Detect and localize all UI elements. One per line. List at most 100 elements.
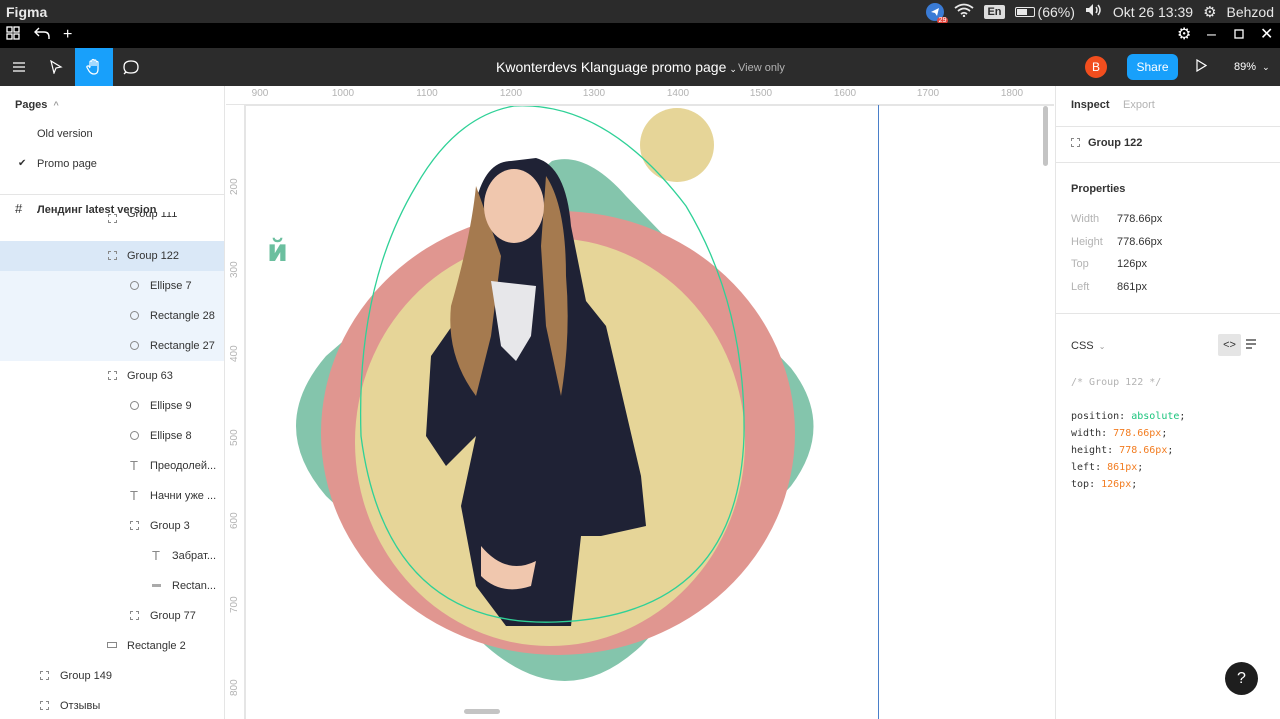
- layer-row[interactable]: Rectangle 28: [0, 301, 224, 331]
- layer-row[interactable]: Rectangle 27: [0, 331, 224, 361]
- css-line[interactable]: position: absolute;: [1071, 411, 1185, 422]
- share-button[interactable]: Share: [1127, 54, 1178, 80]
- tab-inspect[interactable]: Inspect: [1071, 99, 1110, 111]
- layer-row[interactable]: T Забрат...: [0, 541, 224, 571]
- layer-label: Rectangle 27: [150, 340, 215, 352]
- layer-label: Rectan...: [172, 580, 217, 592]
- hand-tool-icon[interactable]: [75, 48, 113, 86]
- tab-export[interactable]: Export: [1123, 99, 1155, 111]
- ellipse-icon: [128, 429, 140, 441]
- layer-row[interactable]: Rectan...: [0, 571, 224, 601]
- hero-illustration[interactable]: [246, 106, 1054, 719]
- avatar[interactable]: B: [1085, 56, 1107, 78]
- group-icon: [38, 699, 50, 711]
- comment-tool-icon[interactable]: [112, 48, 150, 86]
- group-icon: [1071, 138, 1080, 150]
- document-title[interactable]: Kwonterdevs Klanguage promo page ⌄: [496, 59, 737, 75]
- page-item-promo-page[interactable]: Promo page: [37, 158, 97, 170]
- layer-row[interactable]: T Преодолей...: [0, 451, 224, 481]
- yellow-circle: [640, 108, 714, 182]
- vertical-scrollbar[interactable]: [1043, 106, 1048, 166]
- css-value: 126px: [1101, 479, 1132, 490]
- os-user[interactable]: Behzod: [1227, 4, 1274, 20]
- layer-row[interactable]: Group 77: [0, 601, 224, 631]
- ruler-tick: 300: [229, 261, 240, 278]
- css-prop: left: [1071, 462, 1096, 473]
- prop-value[interactable]: 778.66px: [1117, 236, 1162, 248]
- ruler-tick: 1100: [416, 88, 438, 99]
- layer-row[interactable]: Group 3: [0, 511, 224, 541]
- page-item-old-version[interactable]: Old version: [37, 128, 93, 140]
- prop-value[interactable]: 126px: [1117, 258, 1147, 270]
- maximize-icon[interactable]: [1234, 26, 1244, 44]
- layer-row[interactable]: T Начни уже ...: [0, 481, 224, 511]
- settings-icon[interactable]: ⚙: [1203, 3, 1216, 21]
- help-button[interactable]: ?: [1225, 662, 1258, 695]
- css-language-dropdown[interactable]: CSS ⌄: [1071, 340, 1105, 352]
- chevron-down-icon: ⌄: [1098, 342, 1106, 351]
- css-line[interactable]: height: 778.66px;: [1071, 445, 1173, 456]
- ruler-tick: 1300: [582, 88, 606, 99]
- css-value: absolute: [1131, 411, 1180, 422]
- layer-row[interactable]: Group 111: [0, 212, 224, 226]
- gear-icon[interactable]: ⚙: [1177, 26, 1191, 44]
- layer-row[interactable]: Rectangle 2: [0, 631, 224, 661]
- layer-label: Ellipse 7: [150, 280, 192, 292]
- prop-value[interactable]: 778.66px: [1117, 213, 1162, 225]
- ruler-tick: 900: [251, 88, 269, 99]
- wifi-icon[interactable]: [954, 3, 975, 20]
- divider: [1056, 162, 1280, 163]
- css-line[interactable]: width: 778.66px;: [1071, 428, 1167, 439]
- present-play-icon[interactable]: [1195, 58, 1208, 75]
- layer-label: Group 3: [150, 520, 190, 532]
- text-icon: T: [130, 487, 138, 503]
- code-view-icon[interactable]: <>: [1218, 334, 1241, 356]
- ellipse-icon: [128, 279, 140, 291]
- selected-layer-name: Group 122: [1088, 137, 1143, 149]
- os-clock[interactable]: Okt 26 13:39: [1113, 4, 1193, 20]
- minimize-icon[interactable]: –: [1207, 26, 1216, 44]
- layer-label: Group 77: [150, 610, 196, 622]
- undo-icon[interactable]: [33, 26, 51, 45]
- css-prop: width: [1071, 428, 1102, 439]
- layer-row[interactable]: Group 63: [0, 361, 224, 391]
- move-tool-icon[interactable]: [37, 48, 75, 86]
- list-view-icon[interactable]: [1245, 338, 1257, 352]
- layer-row[interactable]: Ellipse 7: [0, 271, 224, 301]
- keyboard-language[interactable]: En: [984, 4, 1005, 19]
- zoom-dropdown[interactable]: 89% ⌄: [1234, 61, 1270, 73]
- close-icon[interactable]: ✕: [1260, 26, 1273, 44]
- figma-tab-bar: + ⚙ – ✕: [0, 23, 1280, 48]
- layer-row[interactable]: Group 149: [0, 661, 224, 691]
- layer-label: Group 149: [60, 670, 112, 682]
- volume-icon[interactable]: [1085, 3, 1103, 20]
- css-line[interactable]: top: 126px;: [1071, 479, 1137, 490]
- group-icon: [106, 369, 118, 381]
- pages-header-label: Pages: [15, 99, 48, 111]
- css-line[interactable]: left: 861px;: [1071, 462, 1143, 473]
- css-comment[interactable]: /* Group 122 */: [1071, 377, 1161, 388]
- layer-row[interactable]: Отзывы: [0, 691, 224, 719]
- group-icon: [38, 669, 50, 681]
- plus-icon[interactable]: +: [63, 26, 72, 44]
- artboard[interactable]: й: [246, 106, 1054, 719]
- prop-key: Left: [1071, 281, 1090, 293]
- ruler-top[interactable]: 900 1000 1100 1200 1300 1400 1500 1600 1…: [226, 86, 1054, 105]
- layer-row-selected[interactable]: Group 122: [0, 241, 224, 271]
- layer-row[interactable]: Ellipse 8: [0, 421, 224, 451]
- css-comment-text: /* Group 122 */: [1071, 377, 1162, 388]
- design-canvas[interactable]: й 900 1000 1100 1200 1300 1400 1500 1600…: [226, 86, 1054, 719]
- layer-row[interactable]: Ellipse 9: [0, 391, 224, 421]
- horizontal-scrollbar[interactable]: [464, 709, 500, 714]
- os-app-name[interactable]: Figma: [6, 4, 47, 20]
- pages-header[interactable]: Pages ^: [15, 99, 59, 111]
- telegram-icon[interactable]: 29: [926, 2, 949, 24]
- main-menu-icon[interactable]: [0, 48, 38, 86]
- prop-value[interactable]: 861px: [1117, 281, 1147, 293]
- layer-label: Ellipse 9: [150, 400, 192, 412]
- chevron-up-icon: ^: [53, 100, 59, 110]
- grid-icon[interactable]: [6, 26, 20, 45]
- css-prop: top: [1071, 479, 1090, 490]
- battery-indicator[interactable]: (66%): [1014, 4, 1075, 20]
- ruler-left[interactable]: 200 300 400 500 600 700 800: [226, 105, 245, 719]
